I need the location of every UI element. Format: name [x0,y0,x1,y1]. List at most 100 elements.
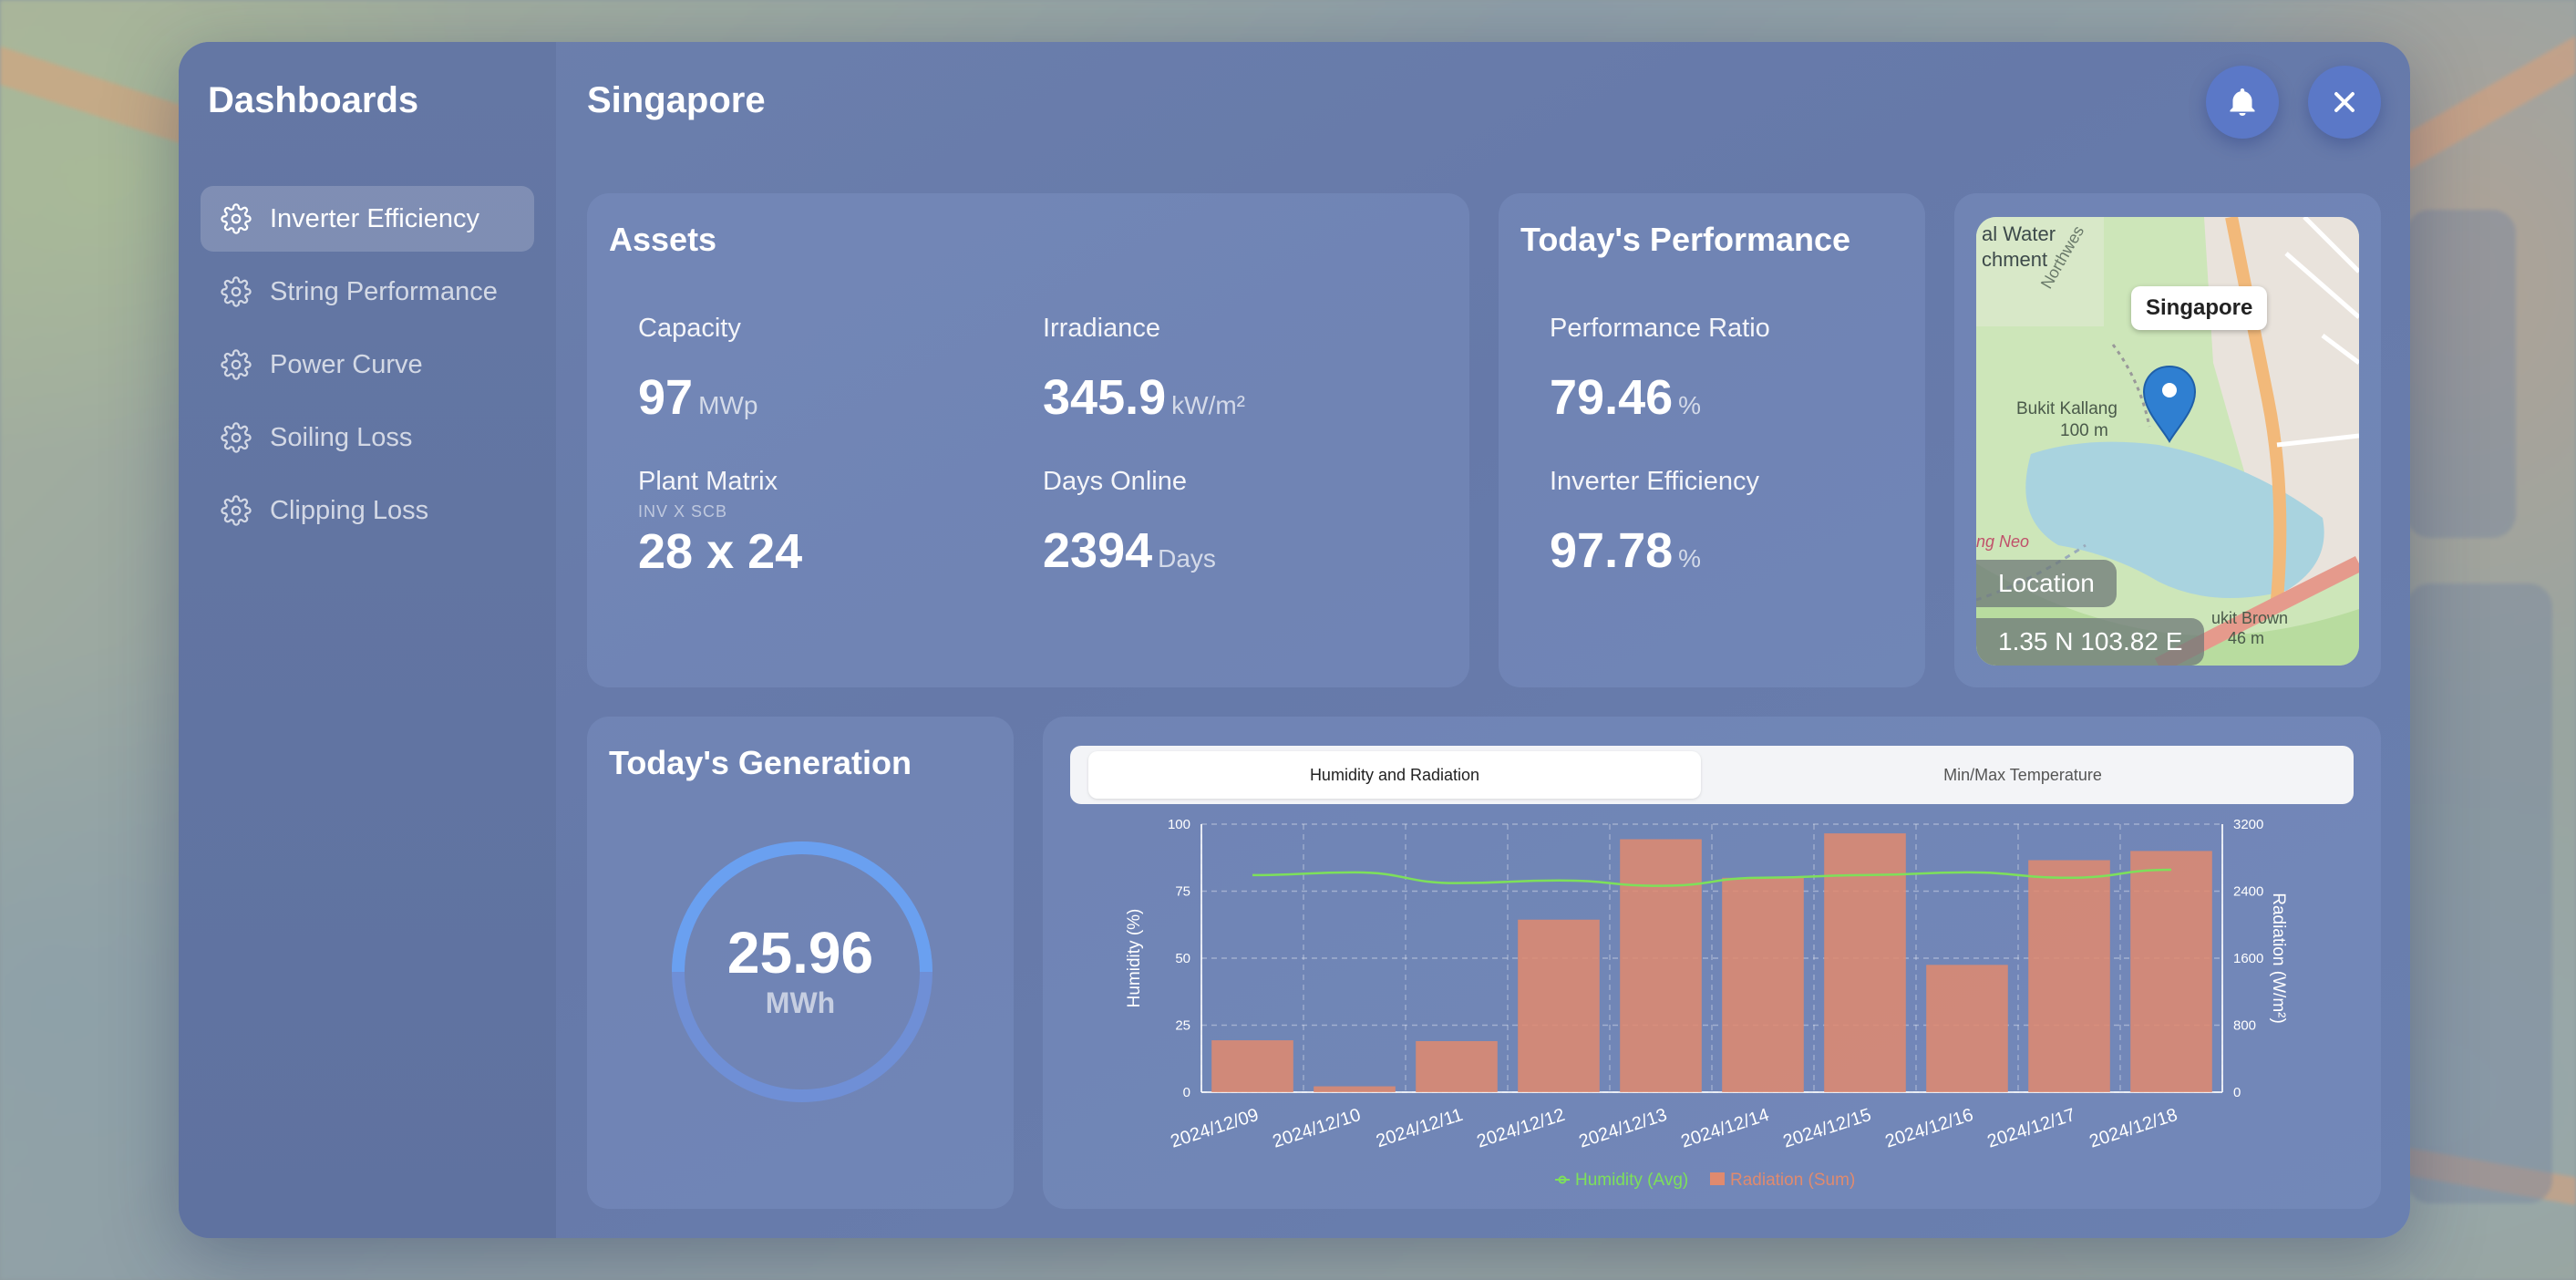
map-label: al Water [1982,222,2056,245]
radiation-bar [2028,860,2110,1092]
sidebar: Dashboards Inverter Efficiency String Pe… [179,42,556,1238]
y2-axis-title: Radiation (W/m²) [2269,893,2288,1024]
radiation-bar [2130,851,2212,1092]
sidebar-item-label: Soiling Loss [270,422,413,452]
map-marker-tooltip: Singapore [2131,286,2268,330]
irradiance-label: Irradiance [1043,314,1160,343]
inverter-efficiency-unit: % [1678,544,1702,573]
x-tick-label: 2024/12/11 [1374,1105,1466,1151]
radiation-bar [1926,965,2008,1092]
performance-ratio-unit: % [1678,391,1702,419]
inverter-efficiency-stat: Inverter Efficiency 97.78% [1550,467,1759,579]
inverter-efficiency-value: 97.78 [1550,523,1674,578]
performance-ratio-label: Performance Ratio [1550,314,1770,343]
irradiance-value: 345.9 [1043,370,1167,425]
days-online-unit: Days [1158,544,1216,573]
legend-radiation-swatch [1710,1172,1725,1185]
radiation-bar [1722,877,1804,1092]
map-label: Bukit Kallang [2016,399,2117,418]
x-tick-label: 2024/12/15 [1781,1105,1874,1152]
y2-tick-label: 3200 [2233,817,2263,832]
sidebar-item-power-curve[interactable]: Power Curve [201,332,534,397]
assets-card: Assets Capacity 97 MWp Irradiance 345.9 kW… [587,193,1469,687]
map-label: ng Neo [1976,532,2029,551]
generation-card: Today's Generation 25.96 MWh [587,717,1014,1209]
days-online-stat: Days Online 2394 Days [1043,467,1216,579]
x-tick-label: 2024/12/13 [1577,1105,1670,1152]
y-tick-label: 50 [1175,951,1190,966]
map-label: chment [1982,248,2047,271]
y-tick-label: 75 [1175,884,1190,900]
generation-title: Today's Generation [609,744,912,781]
y2-tick-label: 1600 [2233,951,2263,966]
capacity-label: Capacity [638,314,741,343]
assets-title: Assets [609,221,717,258]
plant-matrix-stat: Plant Matrix INV X SCB 28 x 24 [638,467,802,580]
generation-unit: MWh [765,986,836,1019]
y2-tick-label: 2400 [2233,884,2263,900]
y2-tick-label: 0 [2233,1085,2241,1100]
location-coordinates: 1.35 N 103.82 E [1976,618,2205,666]
legend-radiation-label: Radiation (Sum) [1730,1171,1855,1190]
gear-icon [221,422,252,453]
location-map[interactable]: al Water chment Bukit Kallang 100 m Nort… [1976,217,2359,666]
plant-matrix-sub: INV X SCB [638,502,728,521]
tab-humidity-radiation[interactable]: Humidity and Radiation [1088,751,1701,799]
bell-icon [2230,88,2255,116]
radiation-bar [1518,919,1600,1092]
performance-card: Today's Performance Performance Ratio 79… [1499,193,1925,687]
tab-min-max-temperature[interactable]: Min/Max Temperature [1708,751,2337,799]
capacity-unit: MWp [698,391,758,419]
y-tick-label: 100 [1168,817,1190,832]
x-tick-label: 2024/12/09 [1169,1105,1262,1152]
gear-icon [221,203,252,234]
sidebar-item-clipping-loss[interactable]: Clipping Loss [201,478,534,543]
x-tick-label: 2024/12/16 [1883,1105,1976,1152]
days-online-label: Days Online [1043,467,1187,496]
sidebar-item-inverter-efficiency[interactable]: Inverter Efficiency [201,186,534,252]
irradiance-stat: Irradiance 345.9 kW/m² [1043,314,1245,426]
sidebar-item-string-performance[interactable]: String Performance [201,259,534,325]
humidity-radiation-chart: 0 025 80050 160075 2400100 32002024/12/09 2024… [1125,817,2288,1190]
y-tick-label: 25 [1175,1018,1190,1034]
close-button[interactable] [2308,66,2381,139]
radiation-bar [1416,1040,1498,1092]
sidebar-item-label: String Performance [270,276,498,306]
map-label: ukit Brown [2211,609,2288,627]
page-title: Singapore [587,80,766,120]
close-icon [2334,92,2354,112]
sidebar-nav: Inverter Efficiency String Performance P… [201,186,534,551]
y2-tick-label: 800 [2233,1018,2256,1034]
x-tick-label: 2024/12/14 [1679,1105,1772,1152]
sidebar-title: Dashboards [208,80,419,120]
location-label: Location [1976,560,2117,607]
radiation-bar [1211,1040,1293,1092]
plant-matrix-label: Plant Matrix [638,467,778,496]
sidebar-item-label: Power Curve [270,349,423,379]
plant-matrix-value: 28 x 24 [638,524,803,579]
map-label: 100 m [2060,421,2108,440]
gear-icon [221,349,252,380]
radiation-bar [1314,1086,1396,1092]
gear-icon [221,276,252,307]
capacity-value: 97 [638,370,694,425]
map-label: 46 m [2228,629,2264,647]
inverter-efficiency-label: Inverter Efficiency [1550,467,1759,496]
x-tick-label: 2024/12/17 [1985,1105,2078,1152]
performance-ratio-stat: Performance Ratio 79.46% [1550,314,1770,426]
radiation-bar [1824,833,1906,1092]
sidebar-item-soiling-loss[interactable]: Soiling Loss [201,405,534,470]
y-axis-title: Humidity (%) [1125,909,1144,1008]
days-online-value: 2394 [1043,523,1153,578]
radiation-bar [1620,839,1702,1092]
sidebar-item-label: Clipping Loss [270,495,429,525]
x-tick-label: 2024/12/10 [1271,1105,1364,1152]
legend-humidity-label: Humidity (Avg) [1575,1171,1688,1190]
notifications-button[interactable] [2206,66,2279,139]
x-tick-label: 2024/12/12 [1475,1105,1568,1152]
capacity-stat: Capacity 97 MWp [638,314,757,426]
irradiance-unit: kW/m² [1171,391,1245,419]
chart-tabs: Humidity and Radiation Min/Max Temperatu… [1070,746,2354,804]
performance-title: Today's Performance [1520,221,1851,258]
performance-ratio-value: 79.46 [1550,370,1674,425]
